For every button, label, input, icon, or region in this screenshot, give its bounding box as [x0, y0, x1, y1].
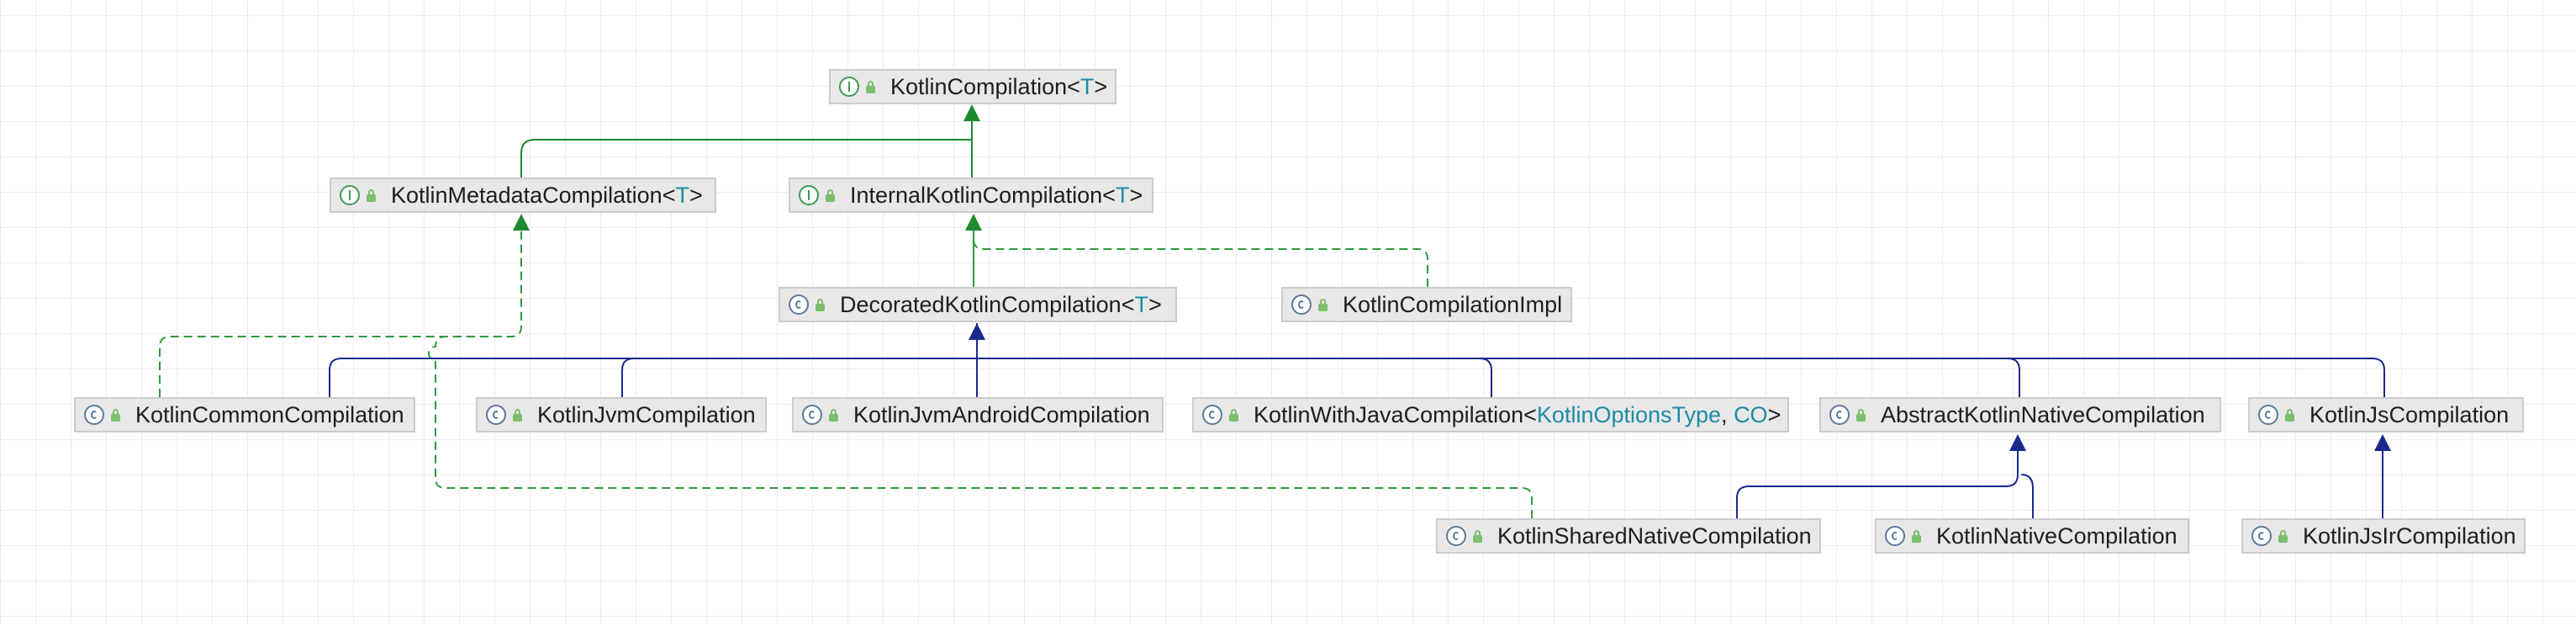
- visibility-icon: [111, 408, 120, 422]
- node-name: AbstractKotlinNativeCompilation: [1881, 401, 2205, 427]
- edge-kotlin-jvm-compilation-to-decorated: [621, 358, 635, 397]
- node-name: KotlinJvmAndroidCompilation: [853, 401, 1150, 427]
- interface-icon: [799, 185, 819, 205]
- class-icon: [1202, 405, 1222, 425]
- type-param: T: [1134, 291, 1148, 317]
- arrowhead-kotlin-compilation: [963, 104, 980, 121]
- visibility-icon: [1229, 408, 1238, 422]
- edge-kotlin-compilation-impl-to-internal-kotlin-compilation: [973, 218, 1428, 287]
- type-param: T: [1079, 73, 1095, 99]
- node-decorated-kotlin-compilation[interactable]: DecoratedKotlinCompilation < T >: [779, 287, 1177, 322]
- type-param: T: [675, 182, 689, 208]
- type-param: KotlinOptionsType: [1536, 401, 1722, 427]
- node-name: InternalKotlinCompilation: [850, 182, 1103, 208]
- node-name: KotlinCompilationImpl: [1343, 291, 1563, 317]
- node-abstract-kotlin-native-compilation[interactable]: AbstractKotlinNativeCompilation: [1819, 397, 2221, 432]
- edge-abstract-kotlin-native-compilation-to-decorated: [2007, 358, 2020, 397]
- edge-kotlin-shared-native-compilation-to-abstract: [1736, 446, 2019, 518]
- node-name: KotlinWithJavaCompilation: [1254, 401, 1524, 427]
- node-name: KotlinSharedNativeCompilation: [1497, 523, 1812, 549]
- edge-kotlin-metadata-compilation-to-kotlin-compilation: [520, 108, 973, 178]
- edge-kotlin-native-compilation-to-abstract: [2020, 474, 2034, 518]
- node-kotlin-js-ir-compilation[interactable]: KotlinJsIrCompilation: [2241, 518, 2526, 554]
- node-kotlin-compilation[interactable]: KotlinCompilation < T >: [829, 69, 1116, 104]
- type-param: CO: [1734, 401, 1768, 427]
- type-param: T: [1115, 182, 1130, 208]
- edge-kotlin-with-java-compilation-to-decorated: [1479, 358, 1492, 397]
- arrowhead-kotlin-js-compilation: [2374, 434, 2391, 451]
- visibility-icon: [1473, 529, 1482, 543]
- node-kotlin-metadata-compilation[interactable]: KotlinMetadataCompilation < T >: [330, 178, 716, 213]
- node-name: KotlinNativeCompilation: [1936, 523, 2177, 549]
- arrowhead-abstract-kotlin-native-compilation: [2009, 434, 2026, 451]
- node-name: KotlinJsIrCompilation: [2303, 523, 2516, 549]
- node-kotlin-native-compilation[interactable]: KotlinNativeCompilation: [1875, 518, 2189, 554]
- interface-icon: [839, 77, 859, 97]
- visibility-icon: [2278, 529, 2288, 543]
- node-name: KotlinJsCompilation: [2309, 401, 2510, 427]
- visibility-icon: [826, 188, 835, 202]
- node-kotlin-common-compilation[interactable]: KotlinCommonCompilation: [74, 397, 415, 432]
- class-icon: [84, 405, 104, 425]
- edge-bus-decorated-kotlin-compilation: [329, 358, 2385, 397]
- interface-icon: [340, 185, 360, 205]
- node-name: KotlinCompilation: [890, 73, 1068, 99]
- visibility-icon: [513, 408, 522, 422]
- node-kotlin-jvm-compilation[interactable]: KotlinJvmCompilation: [476, 397, 767, 432]
- node-kotlin-js-compilation[interactable]: KotlinJsCompilation: [2248, 397, 2524, 432]
- abstract-class-icon: [1829, 405, 1850, 425]
- class-icon: [802, 405, 822, 425]
- visibility-icon: [816, 298, 825, 311]
- class-icon: [486, 405, 506, 425]
- class-icon: [1885, 526, 1905, 546]
- visibility-icon: [1912, 529, 1921, 543]
- visibility-icon: [1318, 298, 1328, 311]
- node-kotlin-compilation-impl[interactable]: KotlinCompilationImpl: [1281, 287, 1572, 322]
- node-name: KotlinCommonCompilation: [135, 401, 404, 427]
- class-icon: [1446, 526, 1466, 546]
- visibility-icon: [829, 408, 838, 422]
- node-kotlin-jvm-android-compilation[interactable]: KotlinJvmAndroidCompilation: [792, 397, 1164, 432]
- node-internal-kotlin-compilation[interactable]: InternalKotlinCompilation < T >: [789, 178, 1153, 213]
- visibility-icon: [1856, 408, 1866, 422]
- visibility-icon: [367, 188, 376, 202]
- arrowhead-internal-kotlin-compilation: [965, 214, 982, 231]
- class-icon: [2258, 405, 2278, 425]
- arrowhead-decorated-kotlin-compilation: [969, 323, 985, 340]
- node-kotlin-shared-native-compilation[interactable]: KotlinSharedNativeCompilation: [1436, 518, 1821, 554]
- node-name: KotlinJvmCompilation: [537, 401, 756, 427]
- node-name: DecoratedKotlinCompilation: [840, 291, 1122, 317]
- edge-kotlin-common-compilation-to-kotlin-metadata-compilation: [159, 218, 522, 397]
- class-icon: [1291, 294, 1312, 315]
- abstract-class-icon: [789, 294, 809, 315]
- visibility-icon: [2285, 408, 2294, 422]
- arrowhead-kotlin-metadata-compilation: [513, 214, 530, 231]
- node-name: KotlinMetadataCompilation: [391, 182, 662, 208]
- node-kotlin-with-java-compilation[interactable]: KotlinWithJavaCompilation < KotlinOptionsT…: [1192, 397, 1789, 432]
- visibility-icon: [866, 80, 875, 93]
- class-icon: [2251, 526, 2272, 546]
